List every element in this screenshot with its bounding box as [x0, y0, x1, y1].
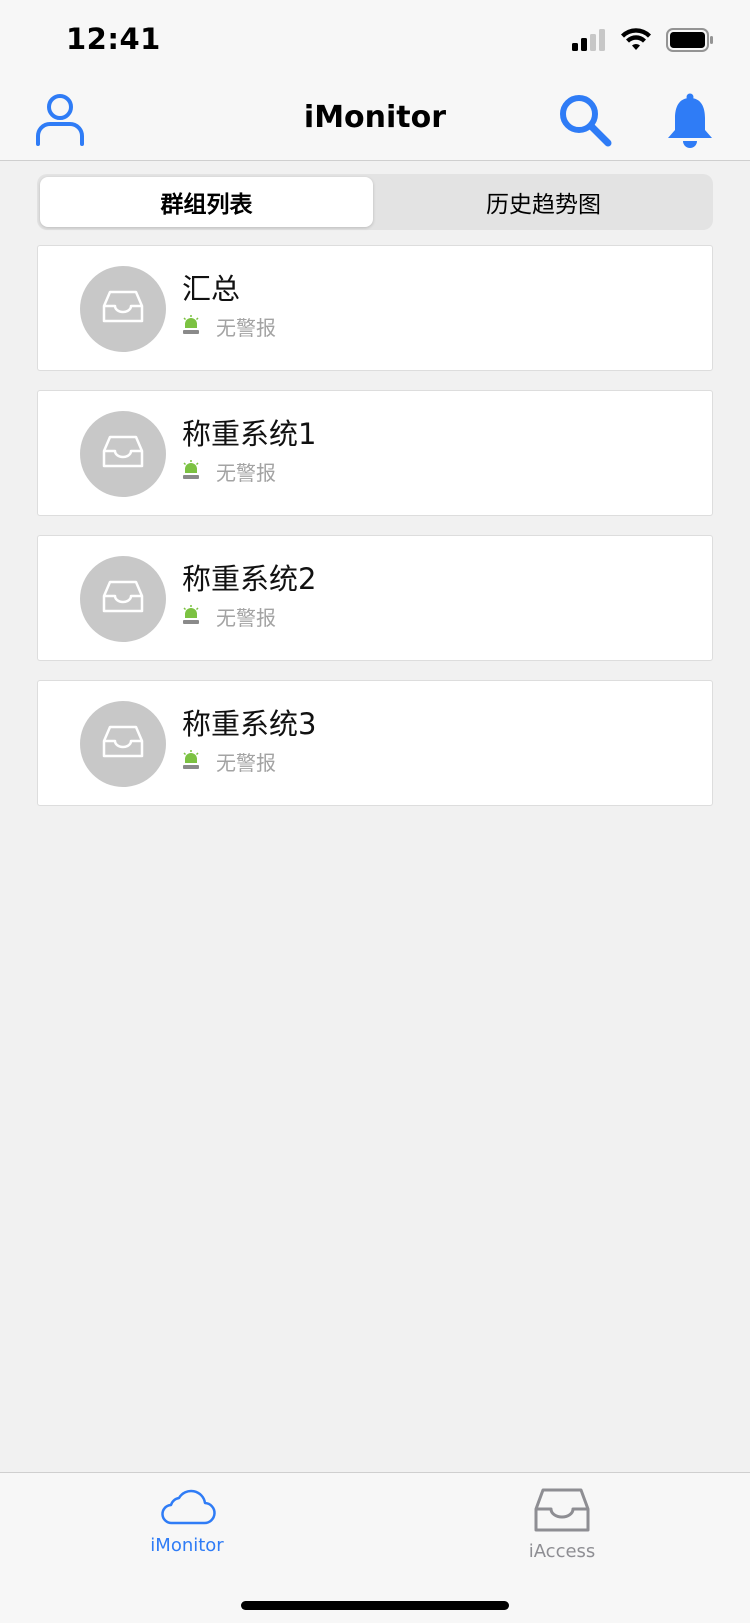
alarm-status-row: 无警报 — [182, 457, 276, 486]
group-avatar — [80, 556, 166, 642]
inbox-tray-icon — [102, 290, 144, 328]
group-name: 称重系统2 — [182, 562, 317, 596]
alarm-light-icon — [182, 314, 200, 339]
home-indicator[interactable] — [241, 1601, 509, 1610]
app-screen: 12:41 iMonitor 群组列表 历史趋势图 汇总 无警报 称重系统1 无… — [0, 0, 750, 1623]
nav-bar: iMonitor — [0, 80, 750, 161]
group-card-summary[interactable]: 汇总 无警报 — [37, 245, 713, 371]
status-time: 12:41 — [66, 22, 161, 56]
inbox-tray-icon — [102, 580, 144, 618]
tab-label: iMonitor — [150, 1535, 224, 1556]
alarm-light-icon — [182, 459, 200, 484]
inbox-tray-icon — [102, 435, 144, 473]
group-card-weighing-system-2[interactable]: 称重系统2 无警报 — [37, 535, 713, 661]
inbox-tray-icon — [533, 1487, 591, 1537]
group-avatar — [80, 411, 166, 497]
alarm-status-text: 无警报 — [216, 606, 276, 630]
group-avatar — [80, 266, 166, 352]
page-title: iMonitor — [303, 100, 447, 135]
group-name: 称重系统1 — [182, 417, 317, 451]
alarm-light-icon — [182, 749, 200, 774]
status-icons — [572, 28, 714, 56]
bell-icon[interactable] — [660, 90, 720, 150]
view-switcher: 群组列表 历史趋势图 — [37, 174, 713, 230]
search-icon[interactable] — [555, 90, 615, 150]
cellular-signal-icon — [572, 29, 606, 55]
tab-history-trend[interactable]: 历史趋势图 — [377, 177, 710, 227]
group-avatar — [80, 701, 166, 787]
tab-iaccess[interactable]: iAccess — [482, 1487, 642, 1562]
inbox-tray-icon — [102, 725, 144, 763]
tab-group-list[interactable]: 群组列表 — [40, 177, 373, 227]
alarm-status-text: 无警报 — [216, 461, 276, 485]
tab-bar: iMonitor iAccess — [0, 1472, 750, 1623]
cloud-icon — [158, 1487, 216, 1531]
alarm-status-text: 无警报 — [216, 316, 276, 340]
status-bar: 12:41 — [0, 0, 750, 80]
alarm-status-text: 无警报 — [216, 751, 276, 775]
alarm-status-row: 无警报 — [182, 312, 276, 341]
tab-label: iAccess — [528, 1541, 596, 1562]
group-name: 汇总 — [182, 272, 241, 306]
alarm-light-icon — [182, 604, 200, 629]
wifi-icon — [620, 28, 652, 56]
battery-icon — [666, 28, 714, 56]
alarm-status-row: 无警报 — [182, 602, 276, 631]
group-card-weighing-system-3[interactable]: 称重系统3 无警报 — [37, 680, 713, 806]
group-list: 汇总 无警报 称重系统1 无警报 称重系统2 无警报 称重系统3 无警报 — [37, 245, 713, 825]
tab-imonitor[interactable]: iMonitor — [107, 1487, 267, 1556]
group-name: 称重系统3 — [182, 707, 317, 741]
group-card-weighing-system-1[interactable]: 称重系统1 无警报 — [37, 390, 713, 516]
alarm-status-row: 无警报 — [182, 747, 276, 776]
